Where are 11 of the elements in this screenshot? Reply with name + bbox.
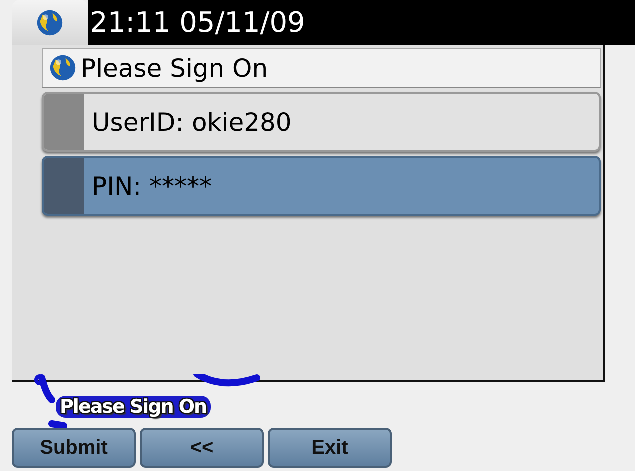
prompt-text: Please Sign On [56,396,211,418]
app-tab[interactable] [12,0,88,45]
clock: 21:11 05/11/09 [89,6,306,39]
softkey-button[interactable]: Exit [268,428,392,468]
globe-icon [49,54,77,82]
softkey-button[interactable]: Submit [12,428,136,468]
screen-title: Please Sign On [81,54,268,82]
globe-icon [36,8,64,36]
sign-on-item[interactable]: UserID: okie280 [42,92,601,152]
sign-on-item[interactable]: PIN: ***** [42,156,601,216]
softkey-button[interactable]: << [140,428,264,468]
